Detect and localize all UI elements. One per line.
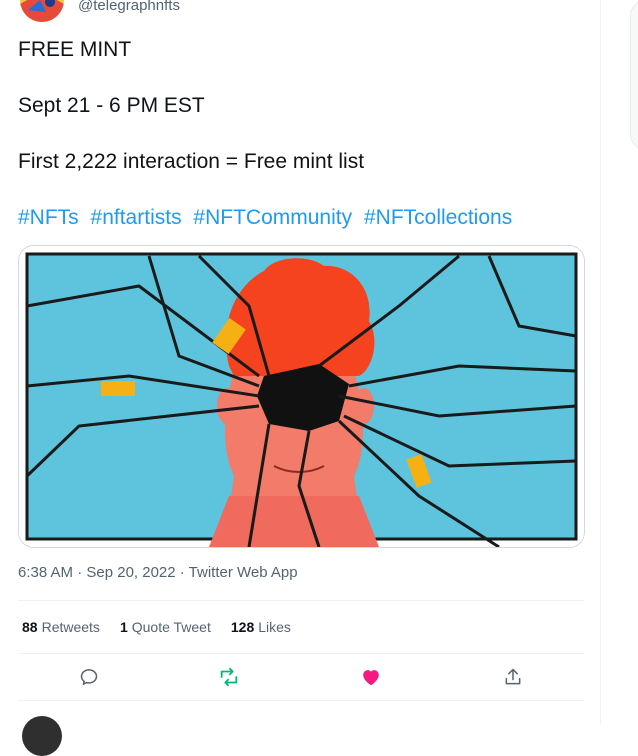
heart-icon[interactable] xyxy=(357,663,385,691)
likes-stat[interactable]: 128 Likes xyxy=(231,619,291,635)
quotes-count: 1 xyxy=(119,619,128,635)
divider xyxy=(18,653,584,654)
reply-icon[interactable] xyxy=(75,663,103,691)
reply-author-avatar[interactable] xyxy=(22,716,62,756)
retweets-label: Retweets xyxy=(41,619,100,635)
hashtag-link[interactable]: #nftartists xyxy=(91,206,182,229)
tweet-line: FREE MINT xyxy=(18,38,132,61)
tweet-line: Sept 21 - 6 PM EST xyxy=(18,94,205,117)
share-icon[interactable] xyxy=(499,663,527,691)
tweet-detail-column: @telegraphnfts FREE MINT Sept 21 - 6 PM … xyxy=(0,0,601,756)
hashtag-link[interactable]: #NFTs xyxy=(18,206,79,229)
tweet-text: FREE MINT Sept 21 - 6 PM EST First 2,222… xyxy=(18,36,588,232)
hashtag-link[interactable]: #NFTcollections xyxy=(364,206,512,229)
likes-label: Likes xyxy=(258,619,291,635)
divider xyxy=(18,700,584,701)
hashtags: #NFTs #nftartists #NFTCommunity #NFTcoll… xyxy=(18,204,588,232)
author-avatar[interactable] xyxy=(20,0,64,22)
hashtag-link[interactable]: #NFTCommunity xyxy=(193,206,352,229)
retweets-count: 88 xyxy=(22,619,38,635)
likes-count: 128 xyxy=(230,619,255,635)
retweets-stat[interactable]: 88 Retweets xyxy=(22,619,100,635)
author-handle[interactable]: @telegraphnfts xyxy=(78,0,180,14)
sidebar-card xyxy=(630,0,638,150)
quotes-stat[interactable]: 1 Quote Tweet xyxy=(120,619,211,635)
tweet-stats: 88 Retweets 1 Quote Tweet 128 Likes xyxy=(22,619,291,635)
tweet-actions xyxy=(18,659,584,695)
tweet-timestamp[interactable]: 6:38 AM · Sep 20, 2022 · Twitter Web App xyxy=(18,564,298,581)
retweet-icon[interactable] xyxy=(215,663,243,691)
divider xyxy=(18,600,584,601)
tweet-line: First 2,222 interaction = Free mint list xyxy=(18,150,365,173)
tweet-media-image[interactable] xyxy=(18,245,585,548)
quotes-label: Quote Tweet xyxy=(131,619,211,635)
